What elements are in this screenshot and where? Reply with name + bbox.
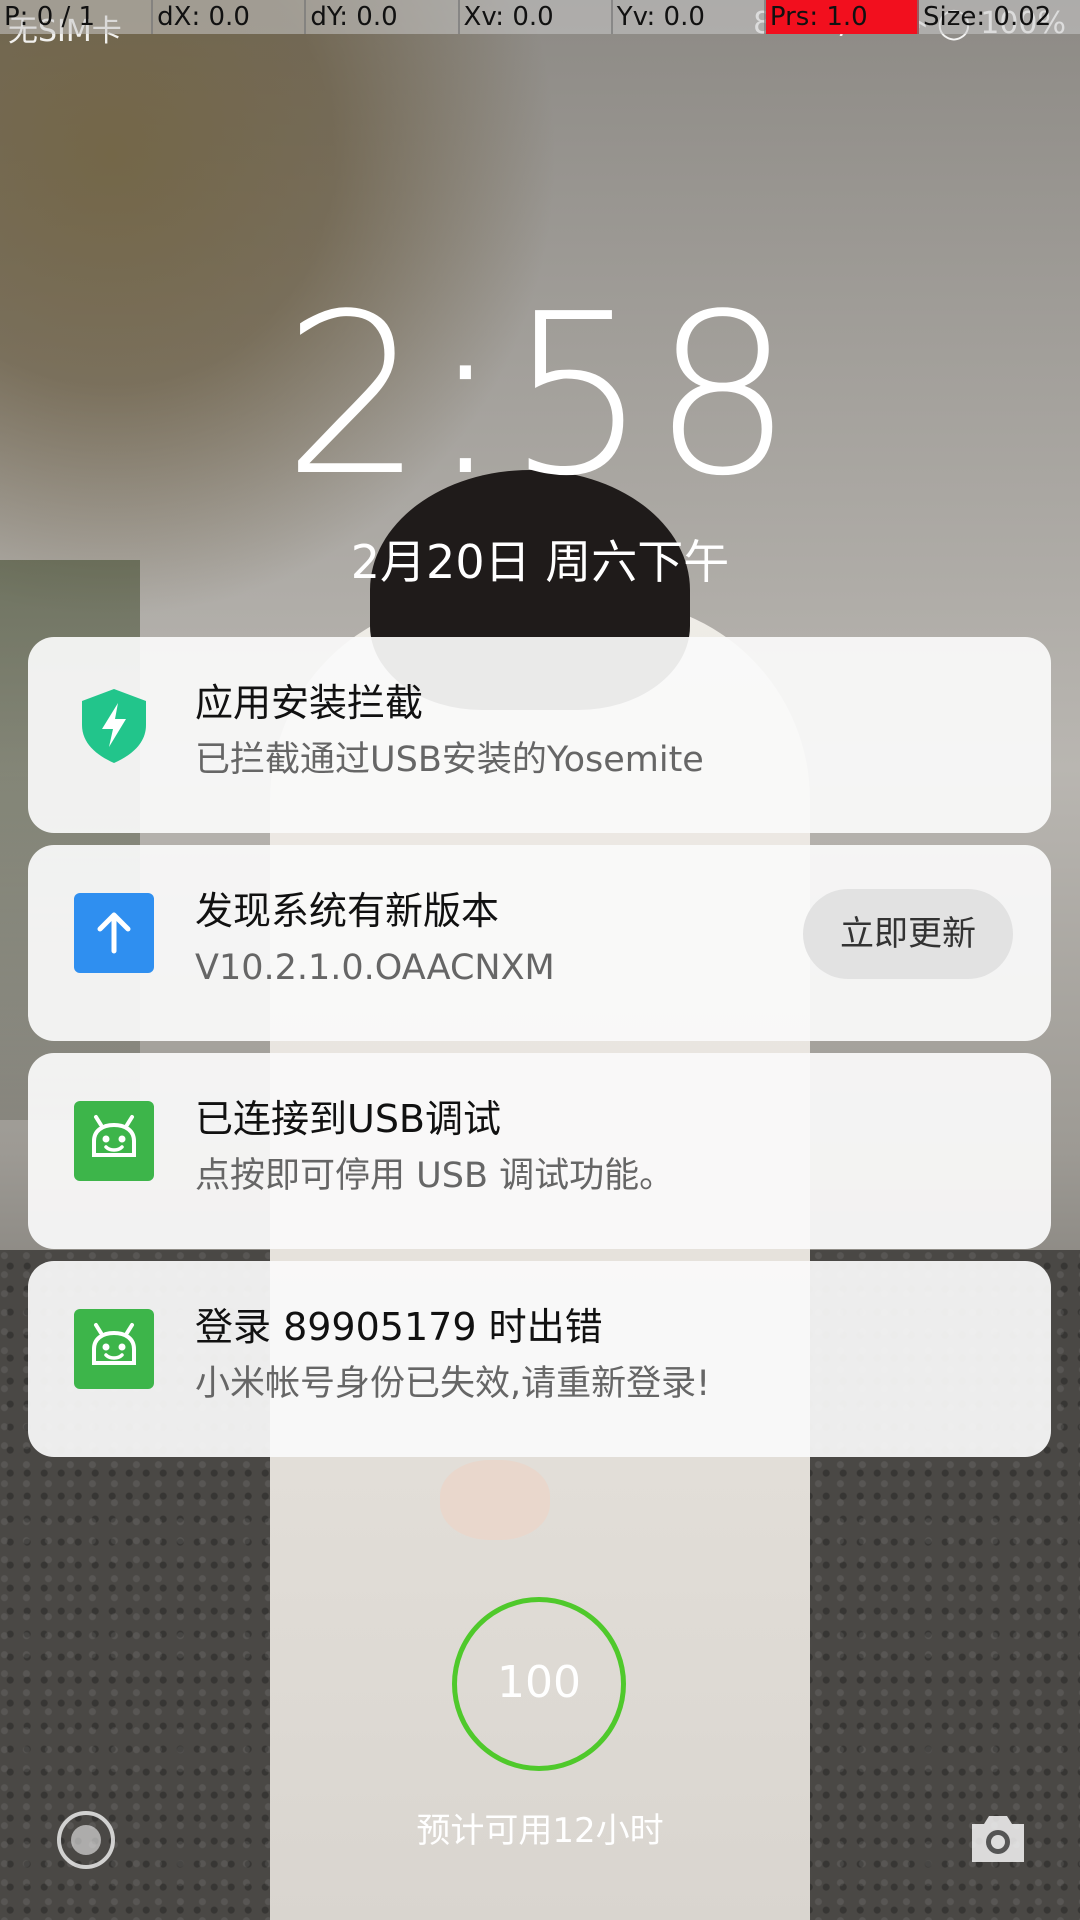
debug-yv: Yv: 0.0	[613, 0, 766, 34]
lock-clock: 2:58	[282, 267, 798, 525]
battery-level: 100	[497, 1657, 581, 1708]
debug-xv: Xv: 0.0	[460, 0, 613, 34]
debug-pressure: Prs: 1.0	[765, 0, 920, 34]
update-now-button[interactable]: 立即更新	[803, 889, 1013, 979]
wallpaper-hand	[440, 1460, 550, 1540]
debug-size: Size: 0.02	[923, 2, 1052, 32]
notification-title: 应用安装拦截	[195, 681, 424, 725]
lock-screen: 无SIM卡 8.34K/s ⊡ ⌁ ◯ 100% P: 0 / 1 dX: 0.…	[0, 0, 1080, 1920]
notification-body: 小米帐号身份已失效,请重新登录!	[195, 1364, 711, 1404]
notification-install-block[interactable]: 应用安装拦截 已拦截通过USB安装的Yosemite	[28, 637, 1051, 833]
android-icon	[74, 1101, 154, 1181]
debug-dy: dY: 0.0	[306, 0, 460, 34]
up-arrow-icon	[74, 893, 154, 973]
camera-icon[interactable]	[966, 1810, 1030, 1868]
shield-icon	[74, 685, 154, 765]
android-icon	[74, 1309, 154, 1389]
notification-usb-debug[interactable]: 已连接到USB调试 点按即可停用 USB 调试功能。	[28, 1053, 1051, 1249]
notification-title: 登录 89905179 时出错	[195, 1305, 603, 1349]
battery-estimate: 预计可用12小时	[416, 1811, 664, 1851]
smart-home-icon[interactable]	[54, 1808, 118, 1872]
notification-body: 已拦截通过USB安装的Yosemite	[195, 740, 704, 780]
notification-title: 发现系统有新版本	[195, 889, 500, 933]
notification-body: V10.2.1.0.OAACNXM	[195, 948, 555, 988]
notification-title: 已连接到USB调试	[195, 1097, 502, 1141]
lock-date: 2月20日 周六下午	[350, 535, 730, 589]
notification-body: 点按即可停用 USB 调试功能。	[195, 1156, 675, 1196]
debug-dx: dX: 0.0	[153, 0, 307, 34]
pointer-debug-bar: P: 0 / 1 dX: 0.0 dY: 0.0 Xv: 0.0 Yv: 0.0…	[0, 0, 1080, 34]
debug-pointer: P: 0 / 1	[0, 0, 154, 34]
notification-system-update[interactable]: 发现系统有新版本 V10.2.1.0.OAACNXM 立即更新	[28, 845, 1051, 1041]
notification-login-error[interactable]: 登录 89905179 时出错 小米帐号身份已失效,请重新登录!	[28, 1261, 1051, 1457]
